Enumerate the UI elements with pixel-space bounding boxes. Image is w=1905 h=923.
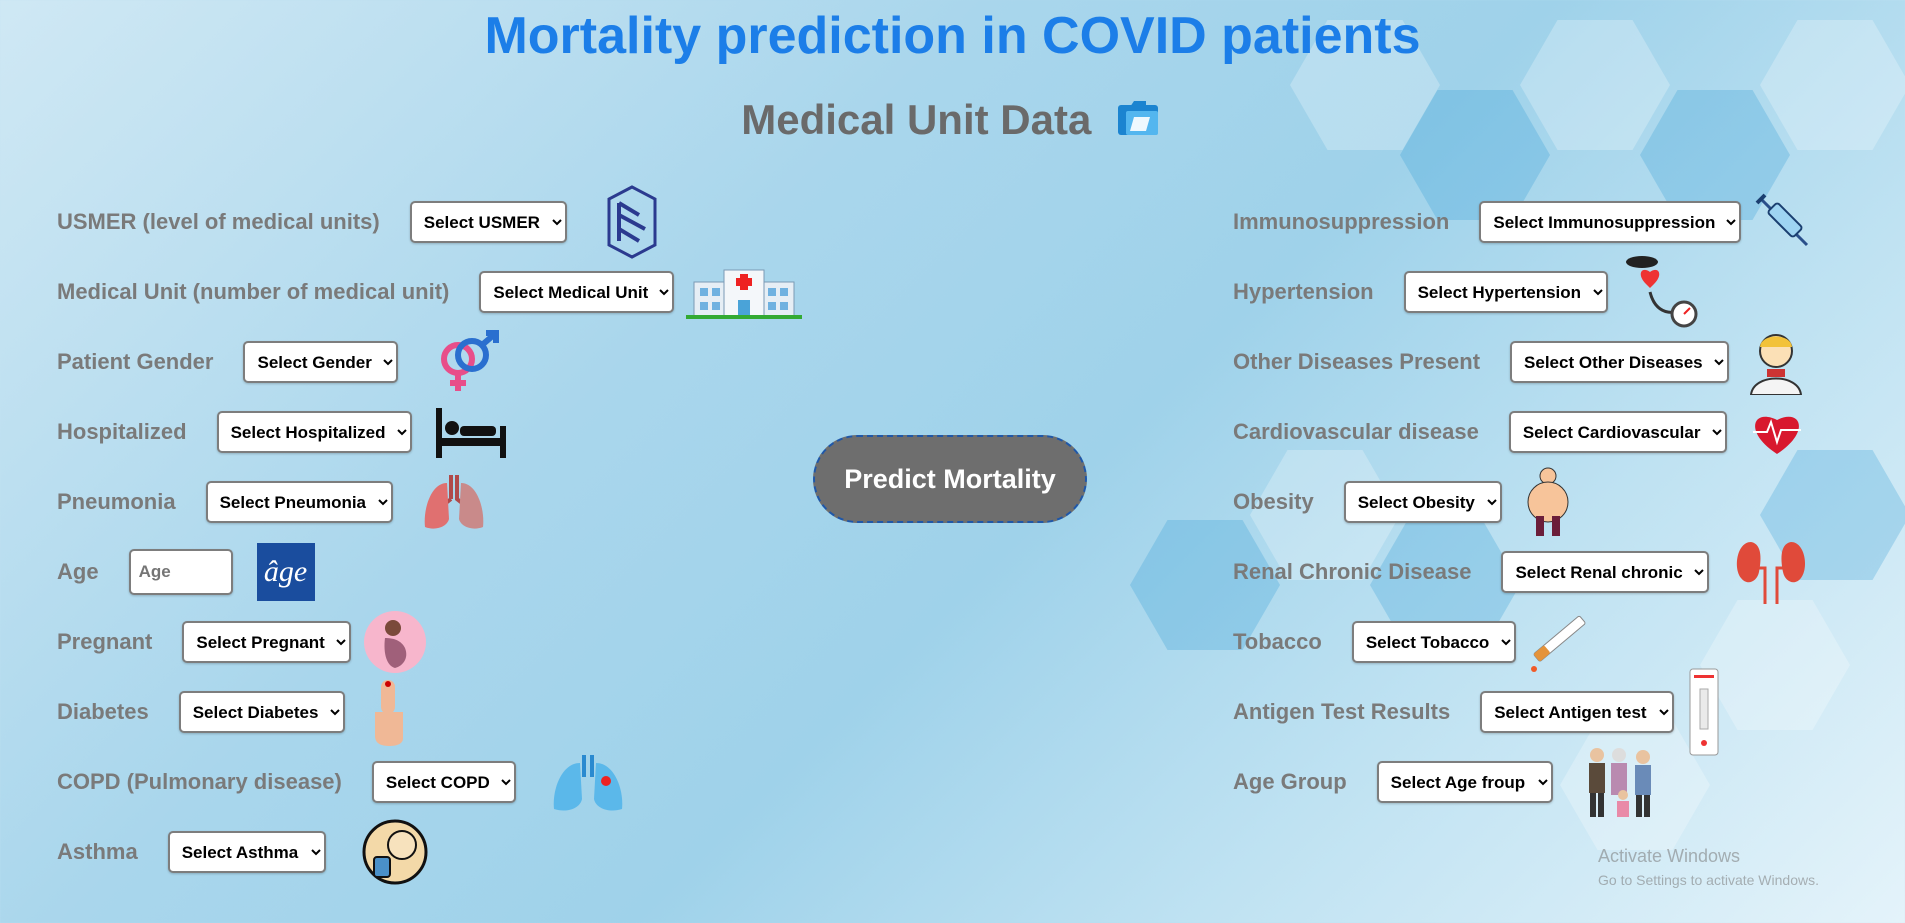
field-label: Pneumonia xyxy=(57,489,176,514)
section-header: Medical Unit Data xyxy=(0,96,1905,144)
field-label: Obesity xyxy=(1233,489,1314,514)
cardiovascular-select[interactable]: Select Cardiovascular xyxy=(1508,411,1727,453)
hypertension-select[interactable]: Select Hypertension xyxy=(1403,271,1608,313)
field-other-diseases: Other Diseases Present Select Other Dise… xyxy=(1233,334,1807,395)
folder-icon xyxy=(1116,97,1164,144)
predict-mortality-button[interactable]: Predict Mortality xyxy=(813,435,1087,523)
field-medical-unit: Medical Unit (number of medical unit) Se… xyxy=(57,264,803,320)
field-asthma: Asthma Select Asthma xyxy=(57,819,428,885)
lungs-icon xyxy=(421,469,487,535)
age-group-select[interactable]: Select Age froup xyxy=(1376,761,1553,803)
field-renal-chronic: Renal Chronic Disease Select Renal chron… xyxy=(1233,542,1809,604)
field-gender: Patient Gender Select Gender xyxy=(57,330,502,391)
diabetes-select[interactable]: Select Diabetes xyxy=(178,691,345,733)
gender-select[interactable]: Select Gender xyxy=(243,341,399,383)
hospital-icon xyxy=(686,264,803,320)
field-pregnant: Pregnant Select Pregnant xyxy=(57,611,427,673)
family-icon xyxy=(1581,745,1665,819)
field-label: Cardiovascular disease xyxy=(1233,419,1479,444)
syringe-icon xyxy=(1751,189,1817,255)
field-label: Hospitalized xyxy=(57,419,187,444)
age-icon-text: âge xyxy=(263,555,308,588)
field-label: Renal Chronic Disease xyxy=(1233,559,1472,584)
hospitalized-select[interactable]: Select Hospitalized xyxy=(216,411,412,453)
usmer-select[interactable]: Select USMER xyxy=(409,201,567,243)
field-label: Pregnant xyxy=(57,629,153,654)
staircase-icon xyxy=(605,185,659,259)
field-label: Medical Unit (number of medical unit) xyxy=(57,279,450,304)
field-cardiovascular: Cardiovascular disease Select Cardiovasc… xyxy=(1233,407,1805,457)
field-label: Diabetes xyxy=(57,699,149,724)
field-age-group: Age Group Select Age froup xyxy=(1233,748,1665,817)
field-antigen-test: Antigen Test Results Select Antigen test xyxy=(1233,668,1720,756)
tobacco-select[interactable]: Select Tobacco xyxy=(1351,621,1516,663)
gender-icon xyxy=(436,329,502,395)
blood-pressure-icon xyxy=(1624,252,1704,332)
renal-chronic-select[interactable]: Select Renal chronic xyxy=(1501,551,1710,593)
field-obesity: Obesity Select Obesity xyxy=(1233,467,1572,536)
field-tobacco: Tobacco Select Tobacco xyxy=(1233,615,1590,672)
cigarette-icon xyxy=(1526,611,1590,673)
section-title: Medical Unit Data xyxy=(741,96,1092,143)
field-label: COPD (Pulmonary disease) xyxy=(57,769,342,794)
sick-person-icon xyxy=(1745,329,1807,395)
field-label: Tobacco xyxy=(1233,629,1322,654)
immunosuppression-select[interactable]: Select Immunosuppression xyxy=(1479,201,1742,243)
pneumonia-select[interactable]: Select Pneumonia xyxy=(205,481,393,523)
hospital-bed-icon xyxy=(434,404,508,460)
asthma-select[interactable]: Select Asthma xyxy=(167,831,326,873)
age-input[interactable] xyxy=(128,549,233,595)
field-hospitalized: Hospitalized Select Hospitalized xyxy=(57,404,508,460)
field-age: Age âge xyxy=(57,543,315,601)
field-label: USMER (level of medical units) xyxy=(57,209,380,234)
field-label: Other Diseases Present xyxy=(1233,349,1481,374)
field-label: Hypertension xyxy=(1233,279,1374,304)
field-immunosuppression: Immunosuppression Select Immunosuppressi… xyxy=(1233,193,1817,247)
page-title: Mortality prediction in COVID patients xyxy=(484,7,1421,65)
finger-prick-icon xyxy=(369,676,409,748)
field-label: Patient Gender xyxy=(57,349,214,374)
bg-hexagon xyxy=(1700,600,1850,730)
inhaler-icon xyxy=(362,819,428,885)
medical-unit-select[interactable]: Select Medical Unit xyxy=(479,271,675,313)
pregnant-icon xyxy=(363,610,427,674)
age-icon: âge xyxy=(256,543,315,601)
field-label: Asthma xyxy=(57,839,138,864)
field-label: Age Group xyxy=(1233,769,1347,794)
kidneys-icon xyxy=(1733,538,1809,606)
field-label: Antigen Test Results xyxy=(1233,699,1451,724)
field-copd: COPD (Pulmonary disease) Select COPD xyxy=(57,755,626,811)
obese-person-icon xyxy=(1524,466,1572,538)
field-usmer: USMER (level of medical units) Select US… xyxy=(57,185,659,259)
copd-select[interactable]: Select COPD xyxy=(371,761,516,803)
activate-windows-watermark: Activate Windows xyxy=(1598,846,1741,866)
field-label: Age xyxy=(57,559,99,584)
pregnant-select[interactable]: Select Pregnant xyxy=(182,621,352,663)
field-hypertension: Hypertension Select Hypertension xyxy=(1233,256,1704,328)
field-diabetes: Diabetes Select Diabetes xyxy=(57,680,409,746)
field-pneumonia: Pneumonia Select Pneumonia xyxy=(57,475,487,529)
field-label: Immunosuppression xyxy=(1233,209,1450,234)
other-diseases-select[interactable]: Select Other Diseases xyxy=(1510,341,1730,383)
antigen-test-select[interactable]: Select Antigen test xyxy=(1480,691,1675,733)
activate-windows-subtitle: Go to Settings to activate Windows. xyxy=(1598,872,1819,888)
heart-icon xyxy=(1749,406,1805,458)
test-strip-icon xyxy=(1688,667,1720,757)
obesity-select[interactable]: Select Obesity xyxy=(1343,481,1502,523)
lungs-blue-icon xyxy=(550,749,626,815)
